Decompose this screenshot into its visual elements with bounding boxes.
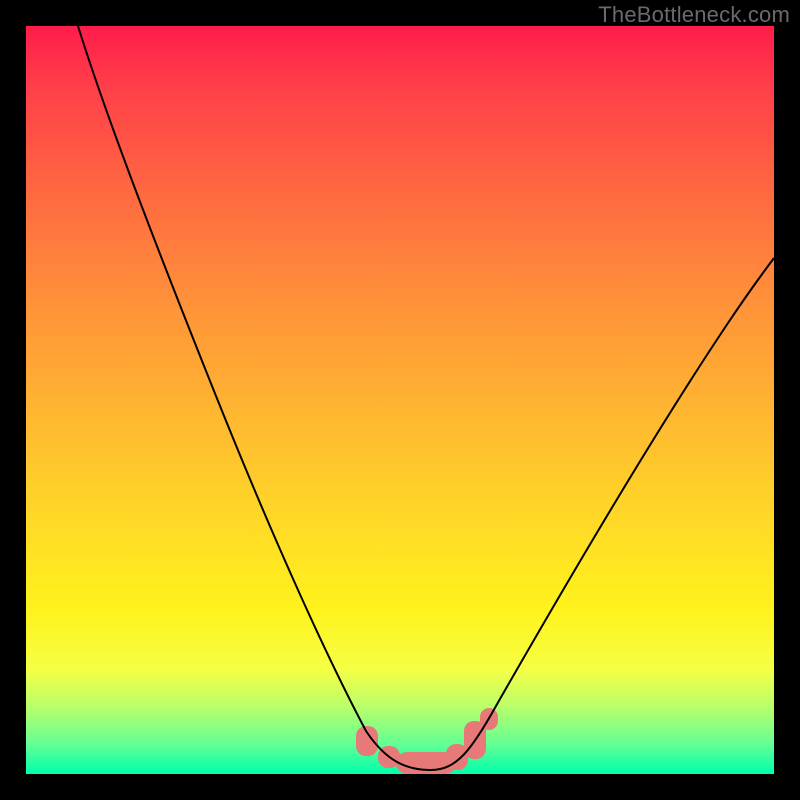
curve-left <box>78 26 431 770</box>
plot-area <box>26 26 774 774</box>
curve-right <box>431 258 774 770</box>
bottleneck-curve <box>26 26 774 774</box>
chart-frame: TheBottleneck.com <box>0 0 800 800</box>
marker-dot <box>356 726 378 756</box>
valley-markers <box>356 708 498 774</box>
watermark-text: TheBottleneck.com <box>598 2 790 28</box>
